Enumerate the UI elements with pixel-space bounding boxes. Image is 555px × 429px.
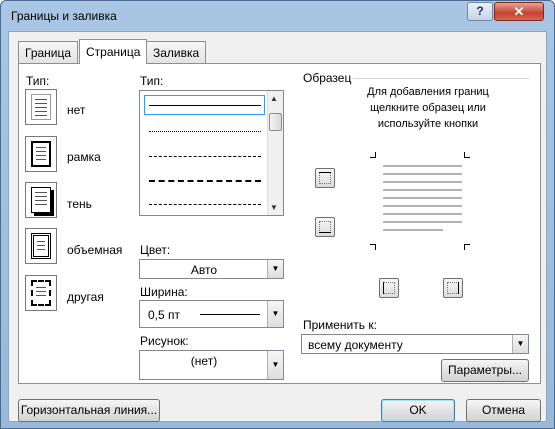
dialog-title: Границы и заливка bbox=[11, 9, 117, 23]
scroll-thumb[interactable] bbox=[269, 113, 282, 131]
art-value: (нет) bbox=[190, 354, 218, 368]
scroll-up-icon[interactable]: ▲ bbox=[270, 94, 278, 103]
setting-3d-label[interactable]: объемная bbox=[67, 243, 122, 257]
line-style-scrollbar[interactable]: ▲ ▼ bbox=[267, 91, 283, 215]
line-style-dashed-small[interactable] bbox=[149, 156, 261, 157]
line-style-dotted[interactable] bbox=[149, 131, 261, 132]
setting-box-label[interactable]: рамка bbox=[67, 150, 101, 164]
preview-separator bbox=[353, 78, 529, 79]
preview-page[interactable] bbox=[364, 152, 474, 252]
horizontal-line-button[interactable]: Горизонтальная линия... bbox=[18, 399, 160, 422]
line-style-list[interactable]: ▲ ▼ bbox=[139, 90, 284, 216]
setting-label: Тип: bbox=[26, 74, 50, 88]
color-label: Цвет: bbox=[140, 243, 171, 257]
top-border-button[interactable] bbox=[315, 168, 335, 188]
tab-page-border[interactable]: Страница bbox=[79, 39, 148, 64]
width-value: 0,5 пт bbox=[148, 308, 181, 322]
apply-to-value: всему документу bbox=[308, 338, 403, 352]
help-button[interactable]: ? bbox=[467, 2, 493, 21]
page-box-icon[interactable] bbox=[25, 136, 57, 172]
ok-button[interactable]: OK bbox=[381, 399, 455, 422]
style-label: Тип: bbox=[140, 74, 164, 88]
left-border-button[interactable] bbox=[379, 278, 399, 298]
tab-shading[interactable]: Заливка bbox=[146, 41, 207, 63]
options-button[interactable]: Параметры... bbox=[441, 359, 529, 382]
line-style-dashed[interactable] bbox=[149, 180, 261, 182]
tab-borders[interactable]: Граница bbox=[18, 41, 79, 63]
title-bar: Границы и заливка ? ✕ bbox=[1, 1, 554, 31]
width-label: Ширина: bbox=[140, 285, 188, 299]
right-border-button[interactable] bbox=[443, 278, 463, 298]
color-select[interactable]: Авто ▼ bbox=[139, 259, 284, 279]
close-button[interactable]: ✕ bbox=[494, 2, 544, 21]
width-select[interactable]: 0,5 пт ▼ bbox=[139, 300, 284, 328]
cancel-button[interactable]: Отмена bbox=[466, 399, 541, 422]
bottom-border-button[interactable] bbox=[315, 217, 335, 237]
chevron-down-icon[interactable]: ▼ bbox=[267, 351, 283, 379]
page-custom-icon[interactable] bbox=[25, 275, 57, 311]
setting-none-label[interactable]: нет bbox=[67, 103, 85, 117]
line-style-solid[interactable] bbox=[149, 105, 261, 106]
setting-custom-label[interactable]: другая bbox=[67, 290, 104, 304]
chevron-down-icon[interactable]: ▼ bbox=[267, 301, 283, 327]
page-shadow-icon[interactable] bbox=[25, 182, 57, 218]
art-select[interactable]: (нет) ▼ bbox=[139, 350, 284, 380]
dialog-window: Границы и заливка ? ✕ Граница Страница З… bbox=[0, 0, 555, 429]
dialog-body: Граница Страница Заливка Тип: нет рамка … bbox=[8, 31, 547, 422]
art-label: Рисунок: bbox=[140, 334, 189, 348]
chevron-down-icon[interactable]: ▼ bbox=[512, 335, 528, 353]
width-line-sample bbox=[200, 314, 260, 315]
setting-shadow-label[interactable]: тень bbox=[67, 197, 92, 211]
chevron-down-icon[interactable]: ▼ bbox=[267, 260, 283, 278]
page-none-icon[interactable] bbox=[25, 89, 57, 125]
color-value: Авто bbox=[190, 263, 218, 277]
preview-hint: Для добавления границ щелкните образец и… bbox=[367, 86, 489, 130]
line-style-dash-dot[interactable] bbox=[149, 204, 261, 205]
page-3d-icon[interactable] bbox=[25, 228, 57, 264]
apply-to-select[interactable]: всему документу ▼ bbox=[301, 334, 529, 354]
preview-label: Образец bbox=[303, 71, 352, 85]
scroll-down-icon[interactable]: ▼ bbox=[270, 203, 278, 212]
apply-to-label: Применить к: bbox=[303, 318, 377, 332]
